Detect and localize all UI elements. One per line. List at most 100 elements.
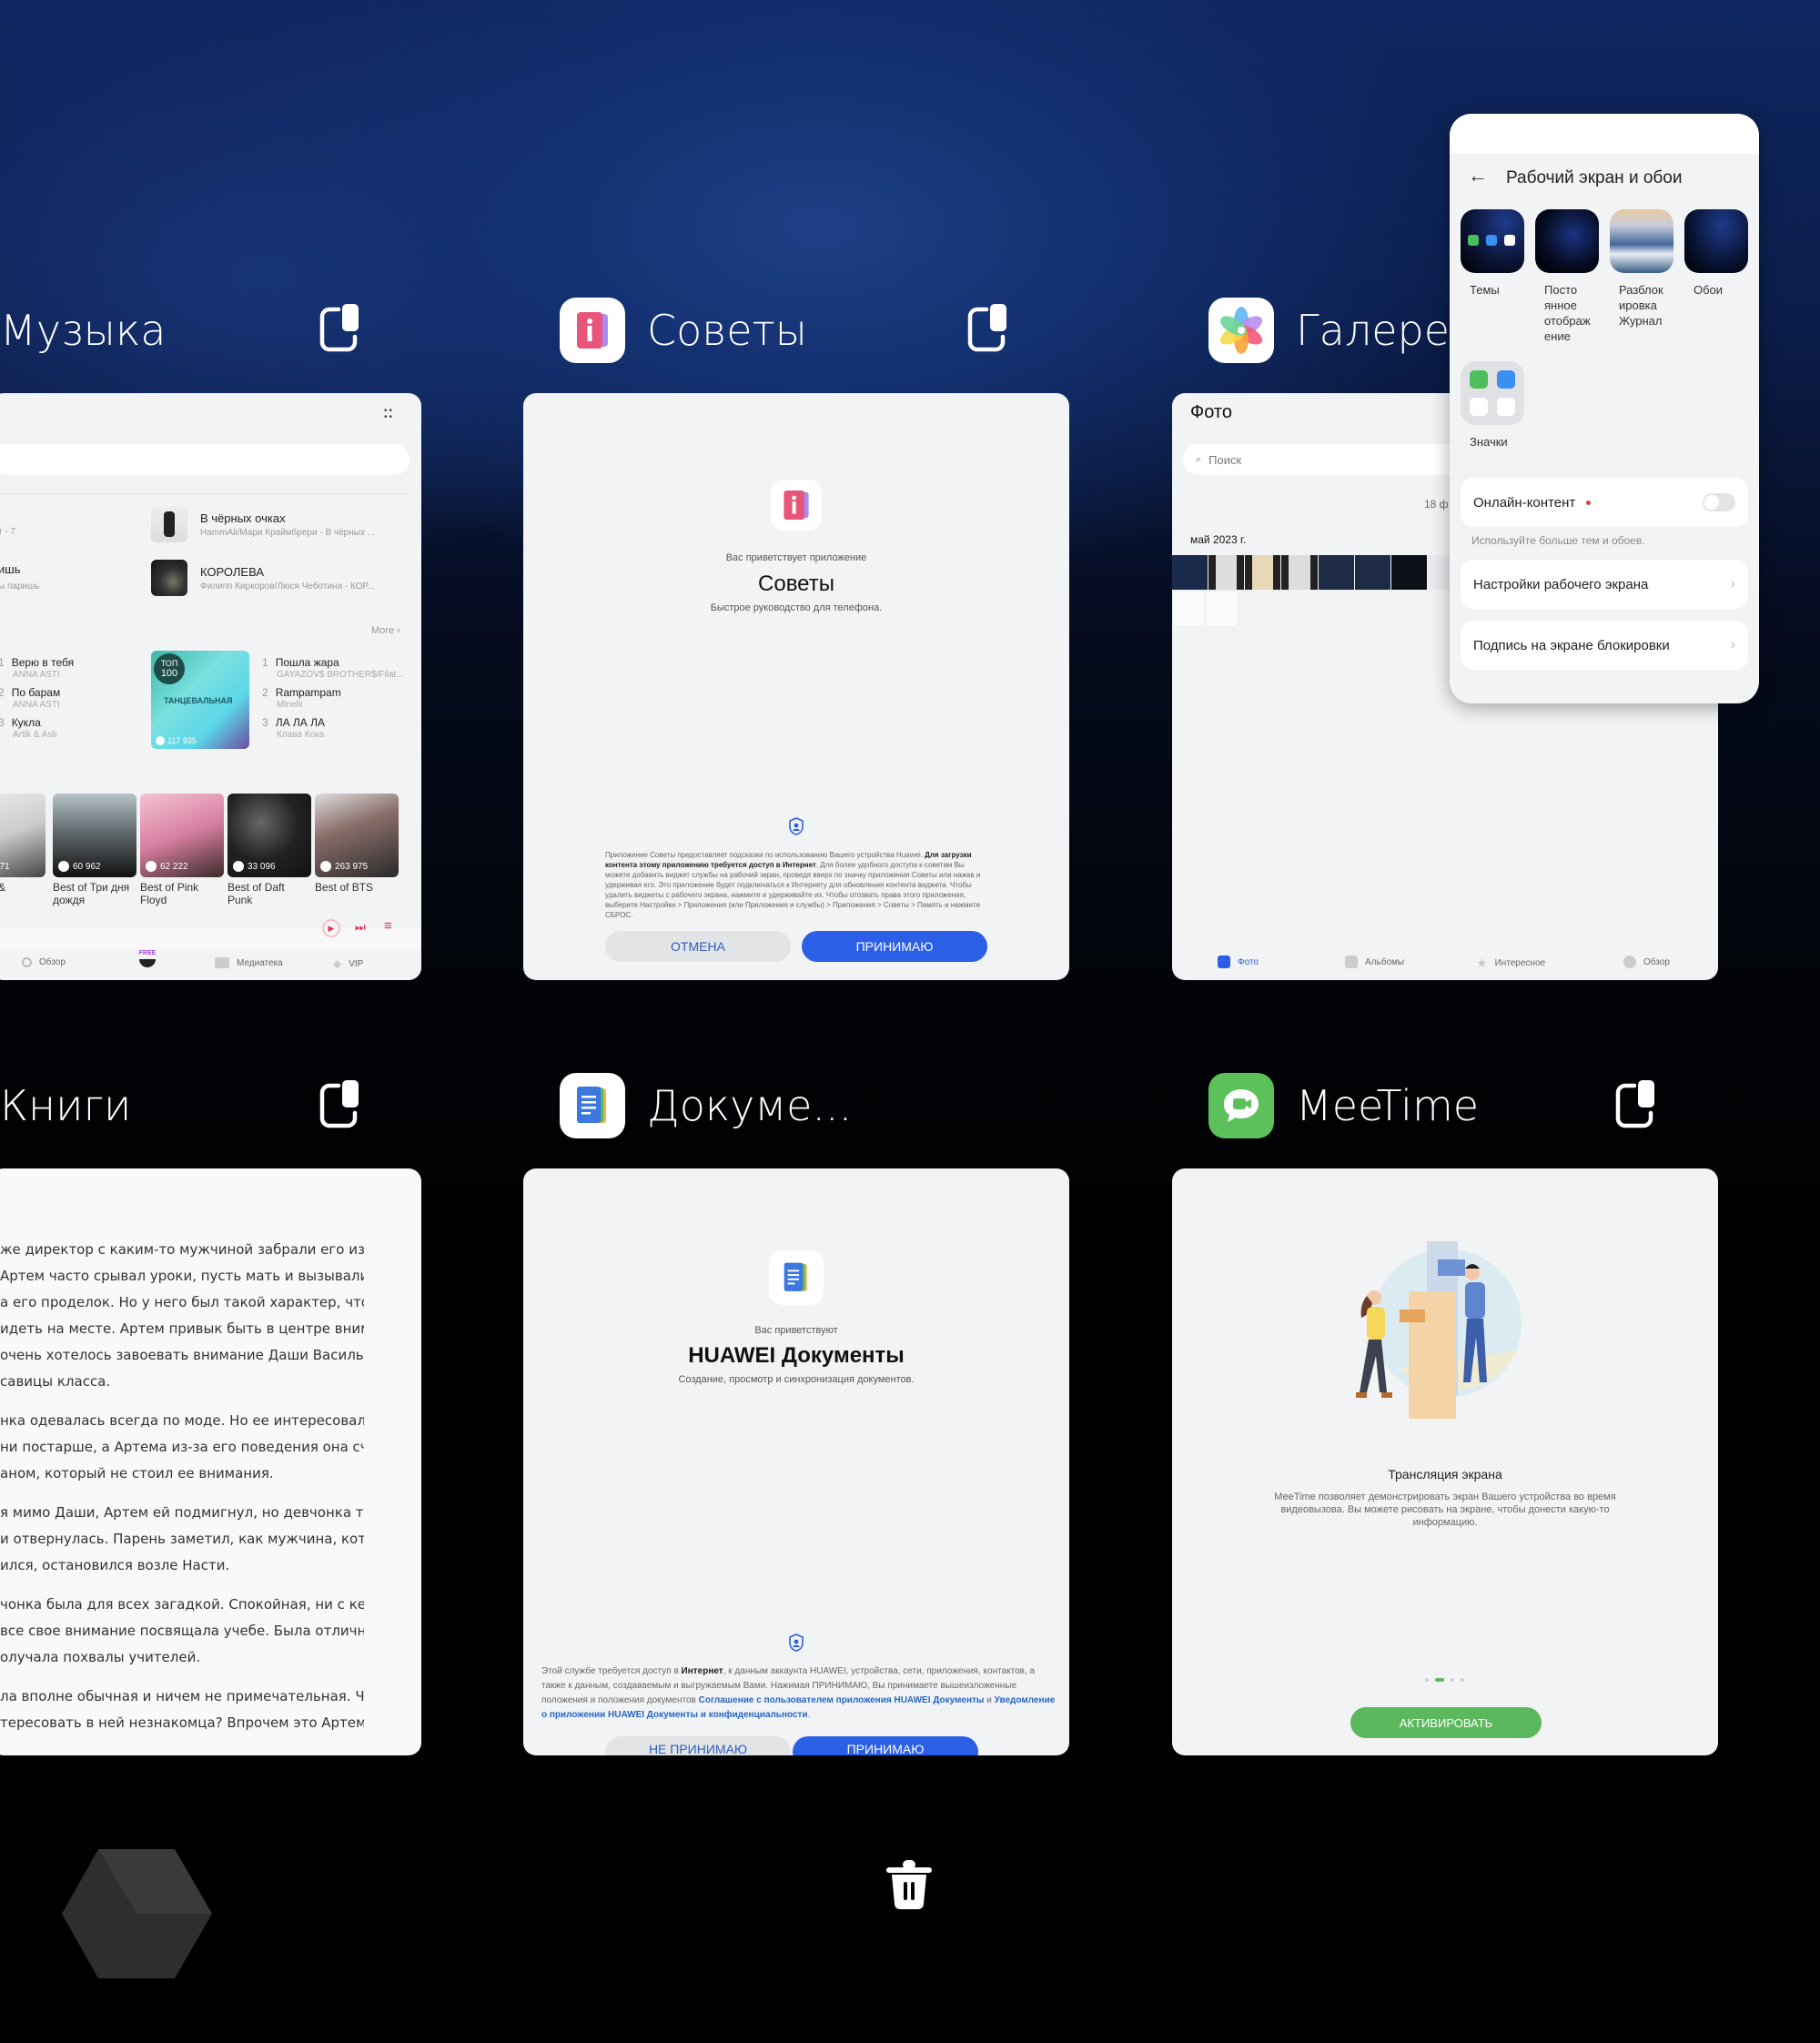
tab-discover[interactable]: Обзор (1623, 956, 1670, 968)
play-button[interactable]: ▶ (322, 919, 340, 937)
photo-thumb[interactable] (1318, 555, 1354, 590)
user-agreement-link[interactable]: Соглашение с пользователем приложения HU… (699, 1695, 985, 1705)
music-app-card[interactable]: •• •• т - 7 ишь ы паришь В чёрных очках H… (0, 393, 421, 980)
page-dot[interactable] (1425, 1678, 1429, 1682)
meetime-header[interactable]: MeeTime (1208, 1069, 1479, 1142)
multi-window-icon[interactable] (1614, 1078, 1658, 1131)
activate-button[interactable]: АКТИВИРОВАТЬ (1350, 1707, 1542, 1738)
app-name-music: Музыка (0, 306, 167, 355)
tips-header[interactable]: Советы (560, 294, 807, 367)
photo-thumb[interactable] (1208, 555, 1245, 590)
photo-count: 18 ф (1424, 498, 1449, 511)
more-options-icon[interactable]: •• •• (384, 407, 397, 422)
photo-thumb[interactable] (1245, 555, 1281, 590)
page-dot-active[interactable] (1435, 1678, 1444, 1682)
photo-thumb[interactable] (1354, 555, 1390, 590)
track-subtitle: HammAli/Мари Краймбрери - В чёрных ... (200, 527, 376, 538)
artist-playlist[interactable]: 12 771of Artik & (0, 794, 46, 894)
more-link[interactable]: More › (371, 625, 400, 636)
accept-button[interactable]: ПРИНИМАЮ (802, 931, 987, 962)
artist-playlist[interactable]: 33 096 Best of Daft Punk (228, 794, 311, 906)
meetime-app-card[interactable]: Трансляция экрана MeeTime позволяет демо… (1172, 1168, 1718, 1755)
lock-screen-signature-row[interactable]: Подпись на экране блокировки › (1461, 621, 1748, 670)
book-paragraph: чонка была для всех загадкой. Спокойная,… (0, 1596, 364, 1665)
book-paragraph: ла вполне обычная и ничем не примечатель… (0, 1688, 364, 1731)
tab-photos[interactable]: Фото (1218, 956, 1259, 968)
top100-badge: ТОП 100 (154, 653, 185, 684)
online-content-row[interactable]: Онлайн-контент (1461, 478, 1748, 527)
meetime-app-icon (1208, 1073, 1274, 1138)
tab-vip[interactable]: ◆ VIP (333, 957, 363, 970)
photo-thumb[interactable] (1172, 555, 1208, 590)
accept-button[interactable]: ПРИНИМАЮ (793, 1736, 978, 1755)
tab-albums[interactable]: Альбомы (1345, 956, 1404, 968)
chart-artist: ANNA ASTI (13, 670, 60, 680)
artist-playlist-label: Best of Три дня дождя (53, 881, 130, 906)
tile-themes[interactable]: Темы (1461, 209, 1524, 298)
docs-app-icon (560, 1073, 625, 1138)
decline-button[interactable]: НЕ ПРИНИМАЮ (605, 1736, 791, 1755)
page-indicator (1425, 1678, 1464, 1682)
app-name-books: Книги (0, 1081, 132, 1130)
window-title-bar[interactable] (1450, 114, 1759, 154)
multi-window-icon[interactable] (318, 302, 362, 355)
rank-number: 3 (0, 716, 5, 729)
books-header[interactable]: Книги (0, 1069, 131, 1142)
tile-wallpapers[interactable]: Обои (1684, 209, 1748, 298)
music-search-bar[interactable] (0, 444, 410, 475)
artist-playlist-label: Best of Pink Floyd (140, 881, 199, 906)
chart-item[interactable]: 2 По барам ANNA ASTI (0, 686, 60, 710)
app-name-tips: Советы (647, 306, 807, 355)
online-content-toggle[interactable] (1703, 493, 1735, 511)
gallery-header[interactable]: Галерея (1208, 294, 1474, 367)
chart-item[interactable]: 3 ЛА ЛА ЛА Клава Кока (262, 716, 325, 740)
photo-thumb[interactable] (1206, 591, 1239, 627)
track-row[interactable]: В чёрных очках HammAli/Мари Краймбрери - … (151, 506, 375, 542)
photo-thumb[interactable] (1281, 555, 1318, 590)
rank-number: 2 (0, 686, 5, 699)
top100-playlist-cover[interactable]: ТОП 100 ТАНЦЕВАЛЬНАЯ 117 935 (151, 651, 249, 749)
music-header[interactable]: Музыка (0, 294, 166, 367)
track-row[interactable]: КОРОЛЕВА Филипп Киркоров/Люся Чеботина - … (151, 560, 375, 596)
tile-always-on-display[interactable]: Посто янное отображ ение (1535, 209, 1599, 344)
multi-window-icon[interactable] (966, 302, 1010, 355)
music-tab-bar: Обзор FREE Медиатека ◆ VIP (0, 950, 421, 977)
chart-item[interactable]: 2 Rampampam Minelli (262, 686, 341, 710)
photo-thumb[interactable] (1390, 555, 1427, 590)
chart-item[interactable]: 3 Кукла Artik & Asti (0, 716, 56, 740)
page-dot[interactable] (1461, 1678, 1464, 1682)
docs-header[interactable]: Докуме... (560, 1069, 852, 1142)
settings-page-title: Рабочий экран и обои (1506, 168, 1683, 187)
tab-highlights[interactable]: ★ Интересное (1476, 956, 1545, 971)
tips-app-card[interactable]: Вас приветствует приложение Советы Быстр… (523, 393, 1069, 980)
back-arrow-icon[interactable]: ← (1468, 164, 1488, 187)
online-content-label: Онлайн-контент (1473, 494, 1576, 511)
tab-library[interactable]: Медиатека (215, 957, 283, 968)
home-screen-settings-row[interactable]: Настройки рабочего экрана › (1461, 560, 1748, 609)
chart-item[interactable]: 1 Верю в тебя ANNA ASTI (0, 656, 74, 680)
artist-playlist-label: Best of Daft Punk (228, 881, 285, 906)
next-track-icon[interactable]: ⏭ (355, 920, 366, 935)
tile-magazine-unlock[interactable]: Разблок ировка Журнал (1610, 209, 1673, 329)
chart-item[interactable]: 1 Пошла жара GAYAZOV$ BROTHER$/Filat... (262, 656, 404, 680)
star-icon: ★ (1476, 956, 1488, 970)
tab-free-zone[interactable]: FREE (136, 950, 158, 967)
artist-playlist[interactable]: 62 222 Best of Pink Floyd (140, 794, 224, 906)
chevron-right-icon: › (1730, 576, 1735, 592)
artist-playlist[interactable]: 263 975 Best of BTS (315, 794, 399, 894)
books-app-card[interactable]: же директор с каким-то мужчиной забрали … (0, 1168, 421, 1755)
tile-icons[interactable]: Значки (1461, 361, 1524, 450)
top100-label: ТАНЦЕВАЛЬНАЯ (164, 696, 233, 705)
tile-label: Разблок ировка Журнал (1619, 283, 1663, 328)
docs-app-card[interactable]: Вас приветствуют HUAWEI Документы Создан… (523, 1168, 1069, 1755)
artist-row: 12 771of Artik & 60 962Best of Три дня д… (0, 794, 421, 921)
cancel-button[interactable]: ОТМЕНА (605, 931, 791, 962)
artist-playlist[interactable]: 60 962 Best of Три дня дождя (53, 794, 136, 906)
wallpaper-settings-window[interactable]: ← Рабочий экран и обои Темы Посто янное от… (1450, 114, 1759, 703)
tab-browse[interactable]: Обзор (22, 957, 66, 967)
clear-all-trash-icon[interactable] (885, 1856, 934, 1909)
photo-thumb[interactable] (1172, 591, 1205, 627)
multi-window-icon[interactable] (318, 1078, 362, 1131)
page-dot[interactable] (1451, 1678, 1454, 1682)
playlist-icon[interactable]: ≡ (384, 918, 392, 934)
